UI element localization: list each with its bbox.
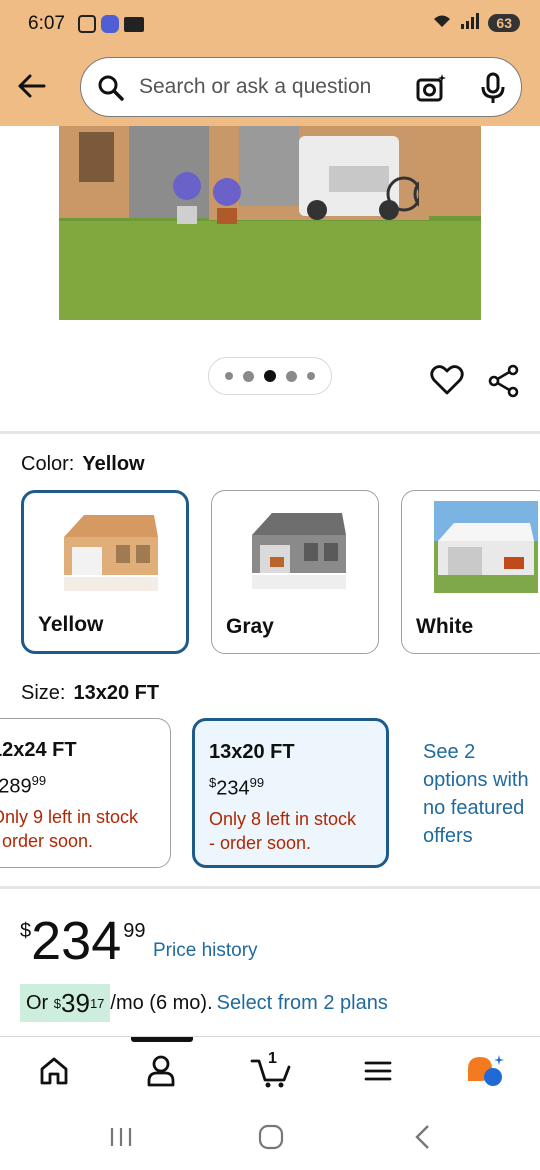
price-currency: $	[20, 920, 32, 942]
stock-line: - order soon.	[209, 833, 312, 853]
wishlist-button[interactable]	[430, 364, 464, 396]
color-option-gray[interactable]: Gray	[211, 490, 379, 654]
back-system-button[interactable]	[408, 1122, 438, 1152]
stock-line: Only 9 left in stock	[0, 807, 139, 827]
camera-search-icon[interactable]	[415, 72, 447, 104]
search-input[interactable]	[139, 70, 399, 104]
cart-count-badge: 1	[268, 1050, 277, 1067]
size-option-price: $23499	[209, 775, 265, 800]
section-divider	[0, 886, 540, 889]
color-option-yellow[interactable]: Yellow	[21, 490, 189, 654]
stock-status: Only 8 left in stock - order soon.	[209, 807, 356, 855]
swatch-label: Gray	[226, 615, 274, 638]
back-chevron-icon	[415, 1125, 429, 1149]
notification-icons	[78, 15, 144, 33]
swatch-image	[64, 515, 158, 591]
installment-price: Or $39 17	[20, 984, 111, 1022]
size-option-12x24[interactable]: 12x24 FT $28999 Only 9 left in stock - or…	[0, 718, 171, 868]
size-option-title: 13x20 FT	[209, 741, 295, 763]
mail-icon	[124, 17, 144, 32]
price-whole: 234	[216, 777, 250, 800]
system-navigation-bar	[0, 1104, 540, 1170]
color-label-row: Color: Yellow	[21, 453, 145, 476]
size-option-price: $28999	[0, 773, 46, 799]
size-option-title: 12x24 FT	[0, 739, 77, 761]
color-option-white[interactable]: White	[401, 490, 540, 654]
plan-prefix: Or	[26, 991, 49, 1014]
bottom-navigation	[0, 1036, 540, 1104]
nav-menu[interactable]	[360, 1053, 400, 1089]
installment-plan-row: Or $39 17 /mo (6 mo). Select from 2 plans	[20, 984, 388, 1022]
menu-icon	[364, 1061, 392, 1081]
image-carousel-indicator[interactable]	[208, 357, 332, 395]
color-label: Color:	[21, 453, 75, 475]
carousel-dot-active[interactable]	[264, 370, 276, 382]
microphone-icon[interactable]	[479, 72, 507, 104]
home-icon	[40, 1057, 68, 1085]
price-fraction: 99	[249, 775, 265, 790]
status-bar: 6:07 63	[0, 0, 540, 50]
wifi-icon	[432, 13, 452, 32]
back-arrow-icon	[18, 74, 46, 98]
status-time: 6:07	[28, 13, 65, 34]
back-button[interactable]	[14, 68, 50, 104]
nav-home[interactable]	[36, 1053, 76, 1089]
carousel-dot[interactable]	[225, 372, 233, 380]
app-header	[0, 50, 540, 126]
carousel-dot[interactable]	[286, 370, 297, 382]
size-option-13x20[interactable]: 13x20 FT $23499 Only 8 left in stock - or…	[192, 718, 389, 868]
nav-rufus-assistant[interactable]	[466, 1053, 506, 1089]
price-whole: 234	[31, 911, 122, 971]
swatch-label: White	[416, 615, 474, 638]
active-tab-indicator	[131, 1037, 193, 1042]
share-button[interactable]	[487, 364, 521, 398]
plan-currency: $	[53, 995, 62, 1011]
see-all-options-link[interactable]: See 2 options with no featured offers	[423, 738, 540, 850]
carousel-dot[interactable]	[243, 370, 254, 382]
app-notification-icon	[101, 15, 119, 33]
share-icon	[488, 364, 519, 398]
carousel-dot[interactable]	[307, 372, 315, 380]
see-options-line: no featured	[423, 797, 525, 819]
home-system-button[interactable]	[256, 1122, 286, 1152]
recent-apps-icon	[110, 1128, 132, 1146]
screenshot-icon	[78, 15, 96, 33]
product-image[interactable]	[59, 126, 481, 320]
price-fraction: 99	[31, 773, 47, 788]
system-status: 63	[432, 13, 520, 32]
plan-price-fraction: 17	[89, 995, 105, 1011]
price-display: $ 234 99	[20, 912, 145, 970]
nav-account[interactable]	[143, 1053, 183, 1089]
swatch-label: Yellow	[38, 613, 104, 636]
battery-indicator: 63	[488, 13, 520, 32]
heart-icon	[430, 365, 464, 395]
search-icon	[98, 75, 124, 101]
signal-icon	[460, 13, 480, 32]
section-divider	[0, 431, 540, 434]
size-label-row: Size: 13x20 FT	[21, 682, 159, 705]
swatch-image	[252, 513, 346, 589]
plan-price-whole: 39	[61, 987, 90, 1018]
price-fraction: 99	[123, 920, 146, 942]
see-options-line: See 2	[423, 741, 476, 763]
account-icon	[147, 1055, 175, 1087]
assistant-chat-icon	[468, 1055, 504, 1086]
stock-line: - order soon.	[0, 831, 94, 851]
select-plans-link[interactable]: Select from 2 plans	[217, 992, 388, 1015]
color-selected-value: Yellow	[82, 453, 145, 475]
stock-line: Only 8 left in stock	[209, 809, 357, 829]
recent-apps-button[interactable]	[106, 1122, 136, 1152]
stock-status: Only 9 left in stock - order soon.	[0, 805, 138, 853]
price-whole: 289	[0, 775, 32, 798]
plan-term: /mo (6 mo).	[110, 991, 213, 1014]
size-selected-value: 13x20 FT	[73, 682, 160, 704]
home-circle-icon	[258, 1124, 284, 1150]
price-history-link[interactable]: Price history	[153, 940, 258, 962]
swatch-image	[434, 501, 538, 593]
see-options-line: offers	[423, 825, 473, 847]
size-label: Size:	[21, 682, 66, 704]
see-options-line: options with	[423, 769, 529, 791]
search-bar[interactable]	[80, 57, 522, 117]
